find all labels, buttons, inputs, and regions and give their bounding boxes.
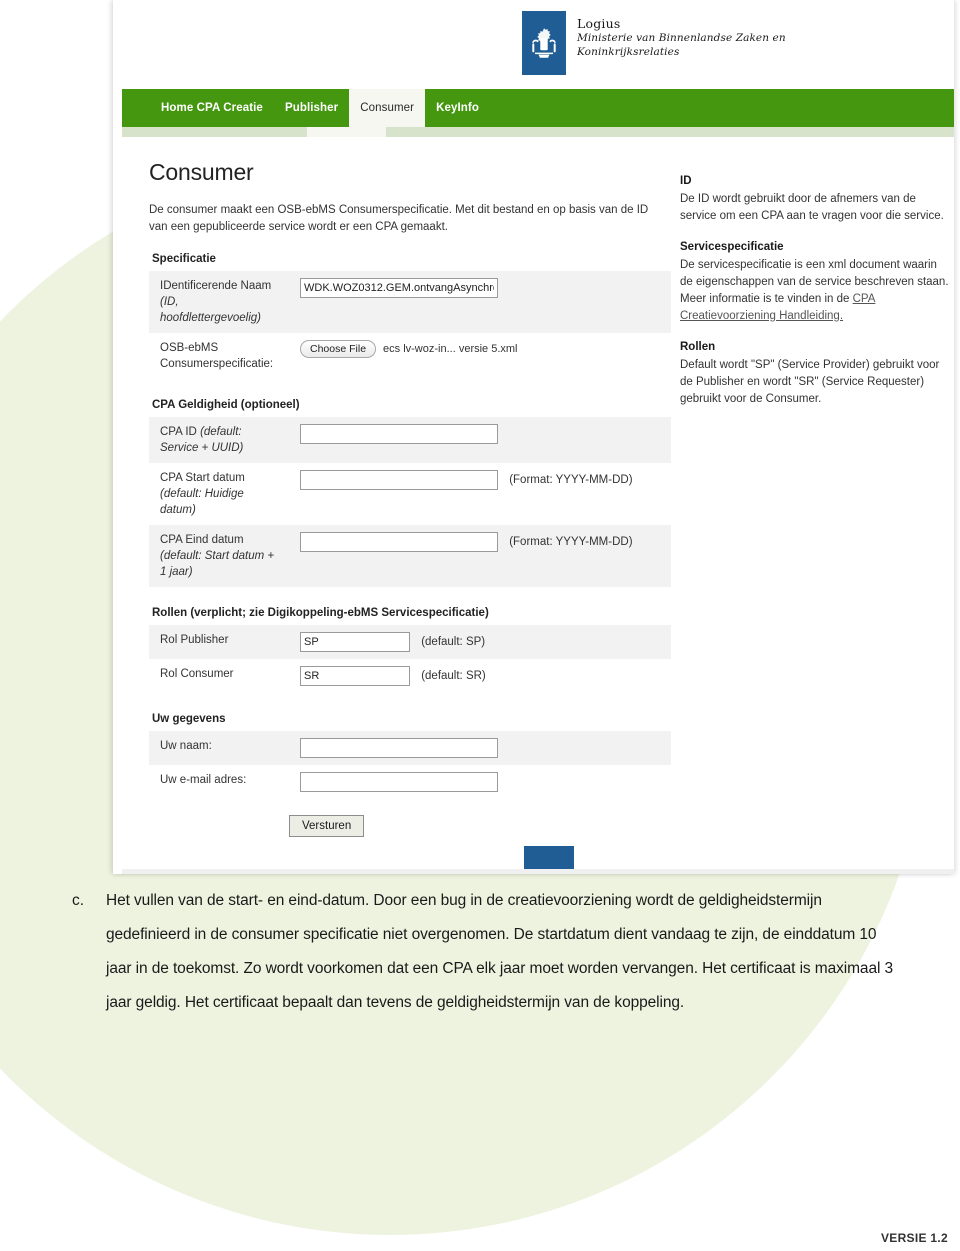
label-rol-publisher: Rol Publisher (160, 634, 229, 646)
page-title: Consumer (149, 159, 254, 185)
cpa-eind-datum-format-hint: (Format: YYYY-MM-DD) (509, 536, 633, 549)
sidebar-heading-rollen: Rollen (680, 341, 716, 353)
label-cpa-eind-datum: CPA Eind datum (default: Start datum + 1… (160, 534, 275, 578)
label-cpa-start-datum: CPA Start datum (default: Huidige datum) (160, 472, 245, 516)
table-row-uw-naam: Uw naam: (149, 731, 671, 765)
logo-ministry-line-2: Koninkrijksrelaties (577, 46, 680, 58)
label-uw-email: Uw e-mail adres: (160, 774, 247, 786)
rollen-table: Rol Publisher (default: SP) Rol Consumer… (149, 625, 671, 693)
list-marker: c. (72, 892, 85, 909)
rol-consumer-input[interactable] (300, 666, 410, 686)
table-row-cpa-start-datum: CPA Start datum (default: Huidige datum)… (149, 463, 671, 525)
section-heading-uw-gegevens: Uw gegevens (152, 713, 226, 725)
label-consumerspecificatie: OSB-ebMS Consumerspecificatie: (160, 342, 274, 370)
table-row-cpa-id: CPA ID (default: Service + UUID) (149, 417, 671, 463)
list-item: c. Het vullen van de start- en eind-datu… (0, 884, 960, 1020)
document-body: c. Het vullen van de start- en eind-datu… (0, 884, 960, 1020)
cpa-eind-datum-input[interactable] (300, 532, 498, 552)
document-footer-version: VERSIE 1.2 (880, 1231, 948, 1245)
uw-naam-input[interactable] (300, 738, 498, 758)
table-row-rol-consumer: Rol Consumer (default: SR) (149, 659, 671, 693)
main-column: Consumer De consumer maakt een OSB-ebMS … (149, 159, 684, 837)
table-row-uw-email: Uw e-mail adres: (149, 765, 671, 799)
chosen-file-name: ecs lv-woz-in... versie 5.xml (383, 343, 518, 355)
logo-ministry-line-1: Ministerie van Binnenlandse Zaken en (577, 32, 786, 44)
label-cpa-id: CPA ID (default: Service + UUID) (160, 426, 244, 454)
label-rol-consumer: Rol Consumer (160, 668, 234, 680)
sidebar-text-servicespecificatie: De servicespecificatie is een xml docume… (680, 257, 952, 325)
sidebar-text-rollen: Default wordt "SP" (Service Provider) ge… (680, 359, 940, 405)
label-identificerende-naam: IDentificerende Naam (ID, hoofdlettergev… (160, 280, 272, 324)
sidebar-heading-servicespecificatie: Servicespecificatie (680, 241, 784, 253)
nav-item-publisher[interactable]: Publisher (274, 89, 349, 127)
cpa-id-input[interactable] (300, 424, 498, 444)
table-row-rol-publisher: Rol Publisher (default: SP) (149, 625, 671, 659)
uw-email-input[interactable] (300, 772, 498, 792)
rol-consumer-default-hint: (default: SR) (421, 670, 486, 683)
sidebar-text-id: De ID wordt gebruikt door de afnemers va… (680, 193, 944, 222)
logo-name: Logius (577, 16, 621, 31)
section-heading-rollen: Rollen (verplicht; zie Digikoppeling-ebM… (152, 607, 489, 619)
logius-logo: Logius Ministerie van Binnenlandse Zaken… (522, 11, 786, 75)
page-content: Consumer De consumer maakt een OSB-ebMS … (122, 137, 954, 874)
rol-publisher-input[interactable] (300, 632, 410, 652)
specificatie-table: IDentificerende Naam (ID, hoofdlettergev… (149, 271, 671, 379)
cpa-geldigheid-table: CPA ID (default: Service + UUID) CPA Sta… (149, 417, 671, 587)
table-row-consumerspecificatie: OSB-ebMS Consumerspecificatie: Choose Fi… (149, 333, 671, 379)
netherlands-coat-of-arms-icon (522, 11, 566, 75)
intro-text: De consumer maakt een OSB-ebMS Consumers… (149, 204, 649, 233)
nav-underbar (122, 127, 954, 137)
label-uw-naam: Uw naam: (160, 740, 212, 752)
versturen-button[interactable]: Versturen (289, 815, 365, 837)
nav-item-consumer[interactable]: Consumer (349, 89, 426, 127)
sidebar-heading-id: ID (680, 175, 692, 187)
nav-item-keyinfo[interactable]: KeyInfo (425, 89, 490, 127)
cpa-start-datum-format-hint: (Format: YYYY-MM-DD) (509, 474, 633, 487)
choose-file-button[interactable]: Choose File (300, 340, 377, 358)
embedded-screenshot: Logius Ministerie van Binnenlandse Zaken… (113, 0, 954, 874)
nav-item-home-cpa-creatie[interactable]: Home CPA Creatie (150, 89, 274, 127)
paragraph-text: Het vullen van de start- en eind-datum. … (106, 892, 894, 1011)
site-header: Logius Ministerie van Binnenlandse Zaken… (122, 0, 954, 89)
main-navigation: Home CPA Creatie Publisher Consumer KeyI… (122, 89, 954, 127)
section-heading-specificatie: Specificatie (152, 253, 216, 265)
identificerende-naam-input[interactable] (300, 278, 498, 298)
rol-publisher-default-hint: (default: SP) (421, 636, 486, 649)
screenshot-bottom-strip (122, 869, 954, 874)
cpa-start-datum-input[interactable] (300, 470, 498, 490)
uw-gegevens-table: Uw naam: Uw e-mail adres: (149, 731, 671, 799)
sidebar-text-servicespecificatie-body: De servicespecificatie is een xml docume… (680, 259, 949, 305)
page-footer-block (524, 846, 574, 869)
table-row-cpa-eind-datum: CPA Eind datum (default: Start datum + 1… (149, 525, 671, 587)
table-row-identificerende-naam: IDentificerende Naam (ID, hoofdlettergev… (149, 271, 671, 333)
section-heading-cpa-geldigheid: CPA Geldigheid (optioneel) (152, 399, 300, 411)
sidebar-help: ID De ID wordt gebruikt door de afnemers… (680, 175, 952, 408)
